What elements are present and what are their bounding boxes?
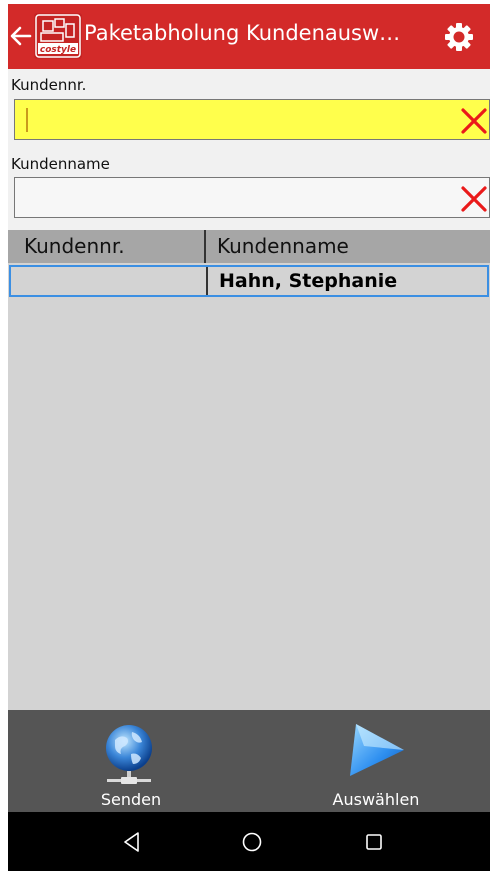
system-navigation-bar <box>8 812 490 871</box>
svg-text:costyle: costyle <box>40 45 76 55</box>
send-button-label: Senden <box>100 790 162 809</box>
home-icon[interactable] <box>238 828 266 856</box>
clear-customer-name-icon[interactable] <box>459 184 489 214</box>
back-icon[interactable] <box>118 828 146 856</box>
recents-icon[interactable] <box>360 828 388 856</box>
customer-name-label: Kundenname <box>11 155 110 173</box>
page-title: Paketabholung Kundenausw… <box>84 21 401 45</box>
cell-kundenname: Hahn, Stephanie <box>219 270 398 292</box>
clear-customer-number-icon[interactable] <box>459 106 489 136</box>
text-cursor <box>26 108 28 132</box>
customer-number-field[interactable] <box>14 99 490 140</box>
app-logo-icon: costyle <box>34 13 82 59</box>
customer-name-field[interactable] <box>14 177 490 218</box>
select-button[interactable]: Auswählen <box>296 710 456 812</box>
table-header: Kundennr. Kundenname <box>8 230 490 263</box>
table-row[interactable]: Hahn, Stephanie <box>9 265 489 297</box>
bottom-action-bar: Senden Auswählen <box>8 710 490 812</box>
column-header-kundennr[interactable]: Kundennr. <box>24 234 125 258</box>
app-screen: costyle Paketabholung Kundenausw… Kunden… <box>8 4 490 871</box>
network-globe-icon <box>106 725 152 784</box>
back-arrow-icon[interactable] <box>8 18 36 54</box>
row-divider <box>206 267 208 295</box>
customer-number-label: Kundennr. <box>11 76 87 94</box>
customer-table: Kundennr. Kundenname Hahn, Stephanie <box>8 230 490 712</box>
select-button-label: Auswählen <box>332 790 420 809</box>
send-button[interactable]: Senden <box>51 710 211 812</box>
column-header-kundenname[interactable]: Kundenname <box>217 234 349 258</box>
settings-gear-icon[interactable] <box>442 20 476 54</box>
column-divider <box>204 230 206 263</box>
app-bar: costyle Paketabholung Kundenausw… <box>8 4 490 69</box>
play-arrow-icon <box>350 724 404 776</box>
